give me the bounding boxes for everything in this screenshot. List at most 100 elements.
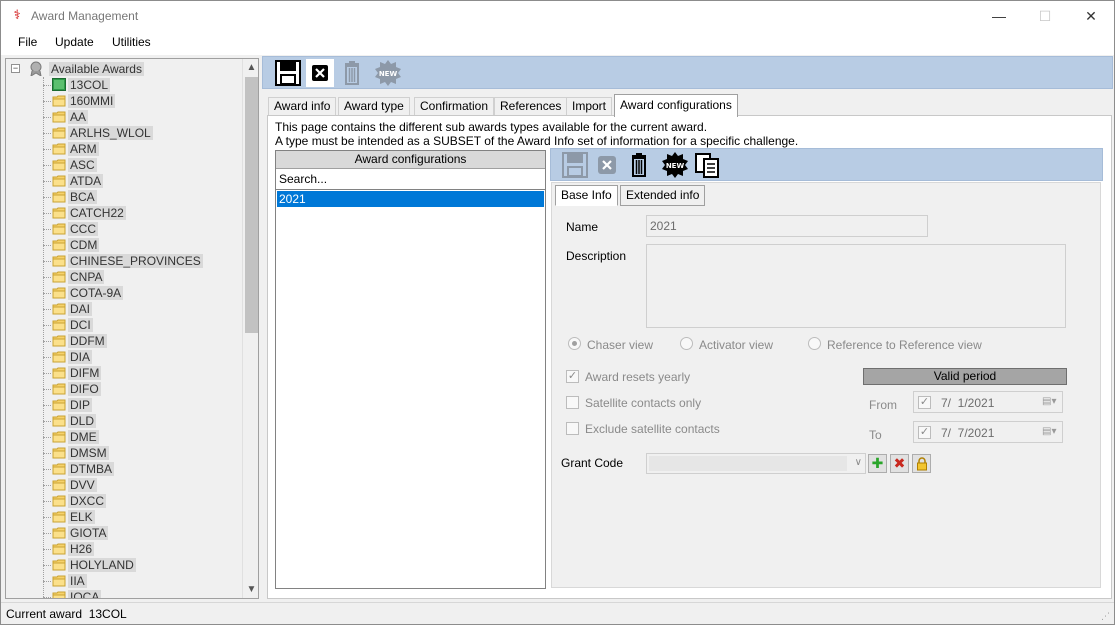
trash-icon[interactable] [625,151,653,179]
search-input[interactable] [276,169,545,190]
to-label: To [869,428,882,442]
tree-item-label: HOLYLAND [68,558,136,572]
tree-item[interactable]: DIP [43,397,253,413]
menu-update[interactable]: Update [55,35,94,49]
tree-item[interactable]: IIA [43,573,253,589]
close-record-button[interactable] [306,59,334,87]
folder-icon [52,142,66,155]
award-configurations-list: Award configurations 2021 [275,150,546,589]
tree-item[interactable]: CCC [43,221,253,237]
tree-item[interactable]: DDFM [43,333,253,349]
calendar-dropdown-icon[interactable]: ▤▾ [1042,396,1058,408]
to-date-picker[interactable]: ✓ 7/ 7/2021 ▤▾ [913,421,1063,443]
folder-icon [52,542,66,555]
tree-connector [43,533,51,534]
tree-item[interactable]: H26 [43,541,253,557]
tree-item[interactable]: CATCH22 [43,205,253,221]
tree-item[interactable]: BCA [43,189,253,205]
close-window-button[interactable]: ✕ [1068,2,1114,30]
collapse-icon[interactable]: − [11,64,20,73]
new-icon[interactable]: NEW [661,151,689,179]
minimize-button[interactable]: — [976,2,1022,30]
reference-view-radio[interactable] [808,337,821,350]
list-item[interactable]: 2021 [277,191,544,207]
folder-icon [52,238,66,251]
new-icon[interactable]: NEW [374,59,402,87]
satellite-contacts-only-checkbox[interactable] [566,396,579,409]
tree-item-label: CHINESE_PROVINCES [68,254,203,268]
tab-references[interactable]: References [494,97,568,116]
tree-item[interactable]: DIFM [43,365,253,381]
remove-grant-code-button[interactable]: ✖ [890,454,909,473]
tree-item[interactable]: ATDA [43,173,253,189]
tree-item[interactable]: DXCC [43,493,253,509]
tree-connector [43,197,51,198]
tab-import[interactable]: Import [566,97,613,116]
tab-award-type[interactable]: Award type [338,97,410,116]
description-field[interactable] [646,244,1066,328]
tree-connector [43,421,51,422]
folder-icon [52,350,66,363]
tree-item[interactable]: CNPA [43,269,253,285]
save-icon[interactable] [274,59,302,87]
tree-item[interactable]: DME [43,429,253,445]
tree-item[interactable]: ARM [43,141,253,157]
from-date-picker[interactable]: ✓ 7/ 1/2021 ▤▾ [913,391,1063,413]
chevron-down-icon[interactable]: ∨ [855,457,862,468]
tree-item[interactable]: DCI [43,317,253,333]
tab-award-info[interactable]: Award info [268,97,337,116]
tree-item[interactable]: 160MMI [43,93,253,109]
award-resets-yearly-checkbox[interactable]: ✓ [566,370,579,383]
tree-item[interactable]: DIA [43,349,253,365]
tree-scrollbar[interactable]: ▲ ▼ [242,59,258,598]
tree-item[interactable]: HOLYLAND [43,557,253,573]
trash-icon[interactable] [338,59,366,87]
chaser-view-radio[interactable] [568,337,581,350]
tree-item[interactable]: CDM [43,237,253,253]
resize-grip-icon[interactable]: ⋰ [1101,611,1111,621]
tree-item[interactable]: ELK [43,509,253,525]
exclude-satellite-checkbox[interactable] [566,422,579,435]
tree-item[interactable]: DTMBA [43,461,253,477]
lock-grant-code-button[interactable] [912,454,931,473]
scroll-thumb[interactable] [245,77,258,333]
close-icon[interactable] [593,151,621,179]
from-date-checkbox[interactable]: ✓ [918,396,931,409]
add-grant-code-button[interactable]: ✚ [868,454,887,473]
awards-tree[interactable]: − Available Awards 13COL 160MMI AA ARLHS_WL… [5,58,259,599]
scroll-up-icon[interactable]: ▲ [243,59,258,76]
tab-extended-info[interactable]: Extended info [620,185,706,206]
tree-item[interactable]: IOCA [43,589,253,598]
save-icon[interactable] [561,151,589,179]
tab-base-info[interactable]: Base Info [555,185,618,206]
to-date-checkbox[interactable]: ✓ [918,426,931,439]
tree-item[interactable]: 13COL [43,77,253,93]
tree-item[interactable]: DAI [43,301,253,317]
menu-file[interactable]: File [18,35,37,49]
tree-connector [43,325,51,326]
name-field[interactable]: 2021 [646,215,928,237]
reference-view-label: Reference to Reference view [827,338,982,352]
award-selected-icon [52,78,66,91]
activator-view-radio[interactable] [680,337,693,350]
calendar-dropdown-icon[interactable]: ▤▾ [1042,426,1058,438]
tree-item[interactable]: AA [43,109,253,125]
grant-code-select[interactable]: ∨ [646,453,866,474]
tree-item[interactable]: COTA-9A [43,285,253,301]
tree-item-label: 160MMI [68,94,116,108]
menu-utilities[interactable]: Utilities [112,35,151,49]
tree-item[interactable]: ARLHS_WLOL [43,125,253,141]
tab-award-configurations[interactable]: Award configurations [614,94,738,117]
tree-item[interactable]: ASC [43,157,253,173]
tab-confirmation[interactable]: Confirmation [414,97,495,116]
tree-item[interactable]: CHINESE_PROVINCES [43,253,253,269]
tree-item[interactable]: DVV [43,477,253,493]
tree-item[interactable]: DMSM [43,445,253,461]
maximize-button[interactable]: ☐ [1022,2,1068,30]
tree-item[interactable]: DIFO [43,381,253,397]
tree-connector [43,517,51,518]
scroll-down-icon[interactable]: ▼ [243,581,258,598]
copy-icon[interactable] [693,151,721,179]
tree-item[interactable]: DLD [43,413,253,429]
tree-item[interactable]: GIOTA [43,525,253,541]
